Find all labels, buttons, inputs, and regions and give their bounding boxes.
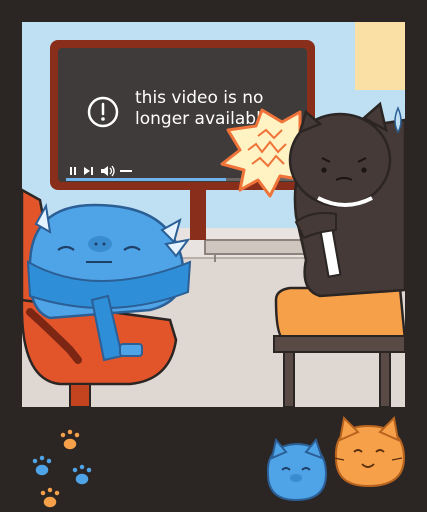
progress-fill bbox=[66, 178, 226, 181]
paw-print-icon bbox=[59, 428, 81, 451]
paw-print-icon bbox=[39, 486, 61, 509]
orange-cat-sticker bbox=[333, 415, 406, 488]
comic-panel: this video is no longer available bbox=[20, 22, 407, 509]
chair-leg-left bbox=[283, 351, 295, 408]
sweat-drop-icon bbox=[394, 106, 402, 134]
photo-frame: this video is no longer available bbox=[0, 0, 427, 512]
window-light bbox=[355, 22, 405, 90]
video-message-line1: this video is no bbox=[135, 88, 263, 108]
chair-frame bbox=[273, 335, 406, 353]
paw-print-icon bbox=[31, 454, 53, 477]
chair-leg bbox=[69, 383, 91, 408]
paw-prints bbox=[31, 428, 93, 509]
paw-print-icon bbox=[71, 463, 93, 486]
blue-cat-sticker bbox=[266, 437, 328, 502]
brown-cat bbox=[288, 101, 407, 298]
chair-leg-right bbox=[379, 351, 391, 408]
blue-cat-paw bbox=[119, 343, 143, 357]
